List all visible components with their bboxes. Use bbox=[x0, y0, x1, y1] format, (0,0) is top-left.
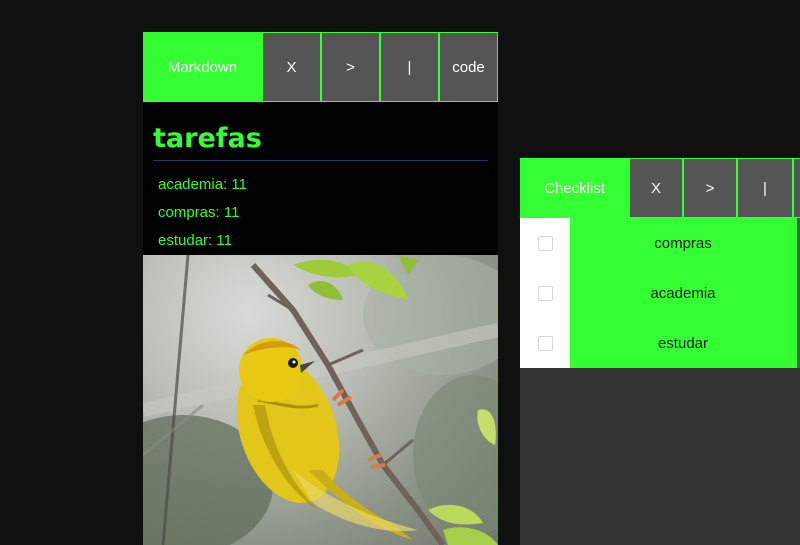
checklist-item-label[interactable]: academia bbox=[570, 268, 796, 318]
markdown-toolbar: Markdown X > | code bbox=[143, 32, 498, 102]
checklist-title-button[interactable]: Checklist bbox=[520, 158, 629, 218]
row-edge bbox=[796, 218, 800, 268]
checklist-row: compras bbox=[520, 218, 800, 268]
markdown-title-button[interactable]: Markdown bbox=[143, 32, 262, 102]
close-button[interactable]: X bbox=[262, 32, 321, 102]
checkbox-cell bbox=[520, 318, 570, 368]
row-edge bbox=[796, 318, 800, 368]
markdown-list: academia: 11 compras: 11 estudar: 11 bbox=[153, 171, 488, 255]
list-item: compras: 11 bbox=[158, 204, 240, 221]
checkbox[interactable] bbox=[537, 285, 553, 301]
divider-button[interactable]: | bbox=[380, 32, 439, 102]
next-button[interactable]: > bbox=[683, 158, 737, 218]
checklist-item-label[interactable]: estudar bbox=[570, 318, 796, 368]
list-item: estudar: 11 bbox=[158, 232, 232, 249]
more-button[interactable] bbox=[793, 158, 800, 218]
checklist-panel: Checklist X > | compras academia estudar bbox=[520, 158, 800, 545]
checklist-row: estudar bbox=[520, 318, 800, 368]
checklist-row: academia bbox=[520, 268, 800, 318]
list-item: academia: 11 bbox=[158, 176, 247, 193]
checklist-toolbar: Checklist X > | bbox=[520, 158, 800, 218]
code-button[interactable]: code bbox=[439, 32, 498, 102]
checklist-item-label[interactable]: compras bbox=[570, 218, 796, 268]
checkbox-cell bbox=[520, 218, 570, 268]
close-button[interactable]: X bbox=[629, 158, 683, 218]
markdown-panel: Markdown X > | code tarefas academia: 11… bbox=[143, 32, 498, 545]
bird-photo bbox=[143, 255, 498, 545]
bird-illustration bbox=[143, 255, 498, 545]
markdown-heading: tarefas bbox=[153, 124, 488, 161]
row-edge bbox=[796, 268, 800, 318]
next-button[interactable]: > bbox=[321, 32, 380, 102]
divider-button[interactable]: | bbox=[737, 158, 793, 218]
checkbox[interactable] bbox=[537, 235, 553, 251]
checkbox-cell bbox=[520, 268, 570, 318]
markdown-content: tarefas academia: 11 compras: 11 estudar… bbox=[143, 102, 498, 255]
checkbox[interactable] bbox=[537, 335, 553, 351]
